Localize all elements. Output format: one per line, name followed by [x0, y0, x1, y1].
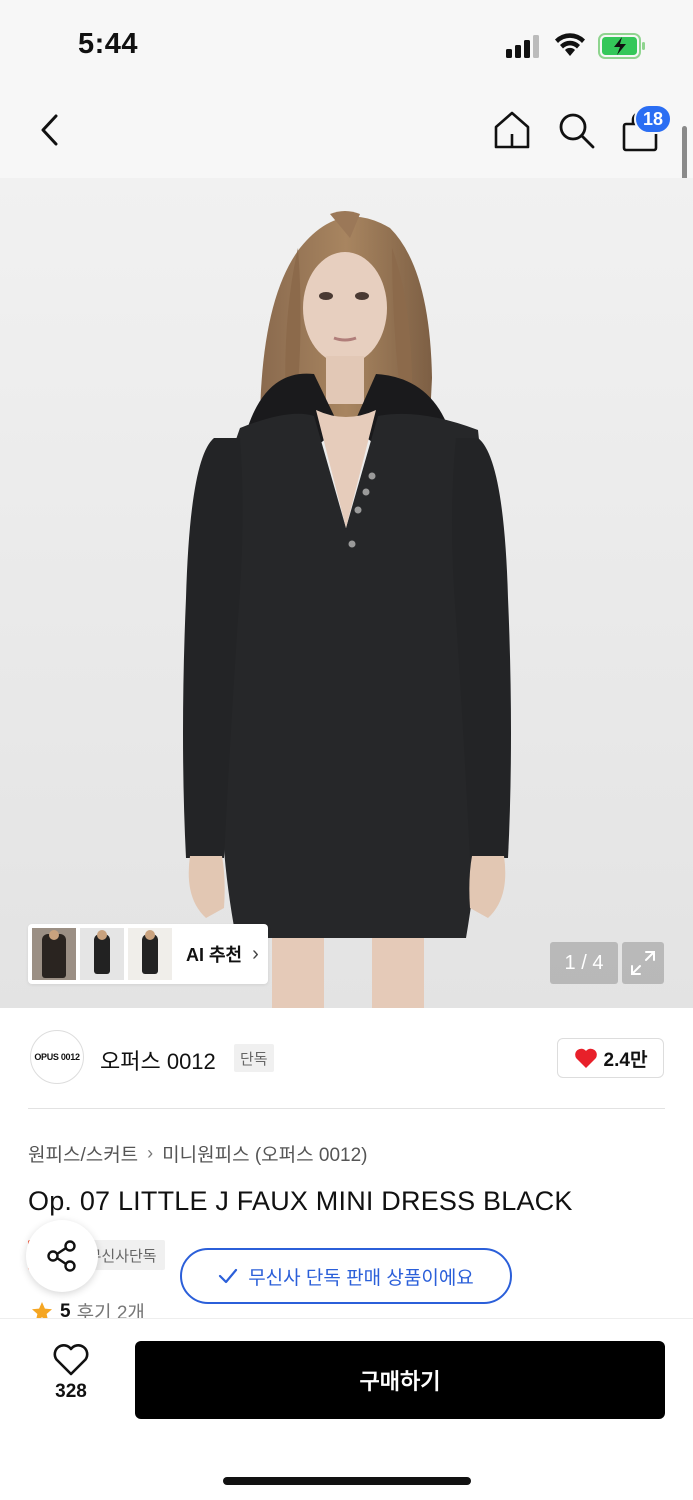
- chevron-right-icon: ›: [252, 942, 259, 965]
- status-time: 5:44: [78, 28, 139, 60]
- chevron-right-icon: ›: [147, 1143, 154, 1163]
- ai-thumbnail: [80, 928, 124, 980]
- breadcrumb: 원피스/스커트 › 미니원피스 (오퍼스 0012): [28, 1140, 368, 1167]
- bottom-action-bar: 328 구매하기: [0, 1318, 693, 1500]
- breadcrumb-item[interactable]: 미니원피스 (오퍼스 0012): [162, 1140, 367, 1167]
- heart-outline-icon: [53, 1344, 89, 1376]
- back-icon[interactable]: [34, 110, 68, 150]
- exclusive-badge: 단독: [234, 1044, 274, 1072]
- heart-filled-icon: [574, 1048, 597, 1068]
- battery-charging-icon: [598, 33, 645, 59]
- wishlist-button[interactable]: 328: [34, 1343, 108, 1411]
- product-title: Op. 07 LITTLE J FAUX MINI DRESS BLACK: [28, 1186, 573, 1216]
- search-icon[interactable]: [556, 110, 596, 150]
- buy-button[interactable]: 구매하기: [135, 1341, 665, 1419]
- breadcrumb-item[interactable]: 원피스/스커트: [28, 1140, 138, 1167]
- wifi-icon: [555, 33, 585, 56]
- brand-row: OPUS 0012 오퍼스 0012 단독 2.4만: [0, 1008, 693, 1108]
- toast-text: 무신사 단독 판매 상품이에요: [248, 1267, 474, 1289]
- expand-icon[interactable]: [622, 942, 664, 984]
- home-icon[interactable]: [492, 110, 532, 150]
- ai-thumbnail: [32, 928, 76, 980]
- cart-count-badge: 18: [634, 104, 673, 134]
- divider: [28, 1108, 665, 1109]
- wishlist-count: 328: [55, 1381, 87, 1402]
- check-icon: [219, 1268, 238, 1284]
- home-indicator: [223, 1477, 471, 1485]
- product-photo: [0, 178, 693, 1008]
- share-icon: [47, 1240, 76, 1272]
- brand-name[interactable]: 오퍼스 0012: [100, 1044, 216, 1076]
- product-image-gallery[interactable]: [0, 178, 693, 1008]
- image-page-counter: 1 / 4: [550, 942, 618, 984]
- exclusive-toast: 무신사 단독 판매 상품이에요: [180, 1248, 512, 1304]
- share-button[interactable]: [26, 1220, 98, 1292]
- cellular-signal-icon: [506, 34, 542, 58]
- brand-like-button[interactable]: 2.4만: [557, 1038, 664, 1078]
- top-navigation: [0, 92, 693, 178]
- brand-logo[interactable]: OPUS 0012: [30, 1030, 84, 1084]
- status-bar: 5:44: [0, 0, 693, 92]
- brand-like-count: 2.4만: [603, 1049, 648, 1071]
- ai-thumbnail: [128, 928, 172, 980]
- ai-recommend-card[interactable]: AI 추천 ›: [28, 924, 268, 984]
- ai-recommend-label: AI 추천: [186, 945, 243, 965]
